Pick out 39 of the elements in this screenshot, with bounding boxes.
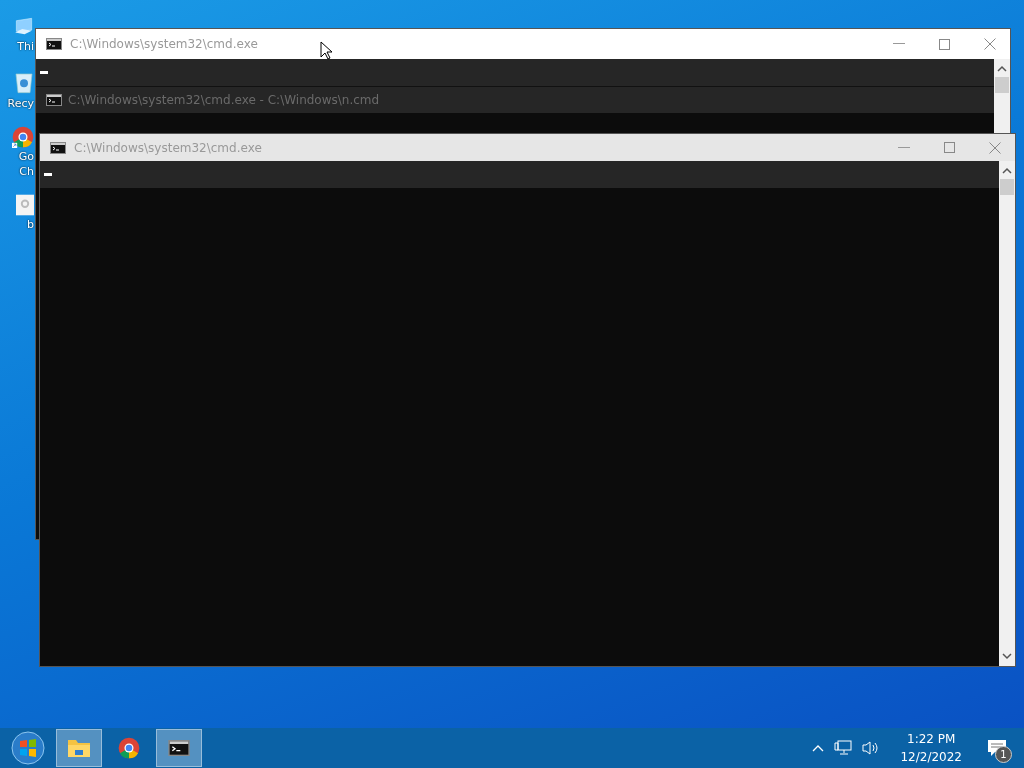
text-cursor: [44, 173, 52, 176]
console-icon: [46, 94, 62, 106]
scroll-thumb[interactable]: [1000, 179, 1014, 195]
network-icon[interactable]: [834, 740, 853, 756]
console-icon: [50, 141, 66, 154]
minimize-icon[interactable]: [893, 43, 905, 45]
scrollbar[interactable]: [994, 59, 1010, 133]
desktop-icon-label[interactable]: Thi: [17, 40, 34, 53]
minimize-icon[interactable]: [898, 146, 910, 149]
console-icon: [167, 740, 191, 756]
close-icon[interactable]: [989, 141, 1001, 154]
chevron-up-icon[interactable]: [812, 744, 825, 752]
scroll-up-icon[interactable]: [997, 65, 1007, 73]
windows-orb-icon: [11, 731, 45, 765]
clock-date[interactable]: 12/2/2022: [900, 748, 962, 766]
console-icon: [46, 38, 62, 50]
window-title: C:\Windows\system32\cmd.exe: [74, 140, 262, 155]
notification-count: 1: [995, 746, 1012, 763]
window-title: C:\Windows\system32\cmd.exe - C:\Windows\n.cmd: [68, 93, 380, 107]
clock-time[interactable]: 1:22 PM: [907, 730, 956, 748]
desktop-icon-label[interactable]: Ch: [19, 165, 34, 178]
scroll-thumb[interactable]: [995, 77, 1009, 93]
close-icon[interactable]: [984, 38, 996, 50]
desktop-icon-label[interactable]: Recy: [7, 97, 34, 110]
chrome-icon: [118, 737, 140, 759]
maximize-icon[interactable]: [944, 142, 955, 153]
desktop-icon-label[interactable]: b: [27, 218, 34, 231]
text-cursor: [40, 71, 48, 74]
scroll-up-icon[interactable]: [1002, 167, 1012, 175]
taskbar-app-button[interactable]: [156, 729, 202, 767]
desktop-icon-label[interactable]: Go: [18, 150, 34, 163]
chrome-icon: [12, 126, 34, 148]
file-icon: [16, 194, 34, 216]
folder-icon: [67, 738, 91, 758]
speaker-icon[interactable]: [862, 740, 881, 756]
scroll-down-icon[interactable]: [1002, 652, 1012, 660]
window-title: C:\Windows\system32\cmd.exe: [70, 37, 258, 51]
maximize-icon[interactable]: [939, 38, 950, 50]
scrollbar[interactable]: [999, 161, 1015, 666]
